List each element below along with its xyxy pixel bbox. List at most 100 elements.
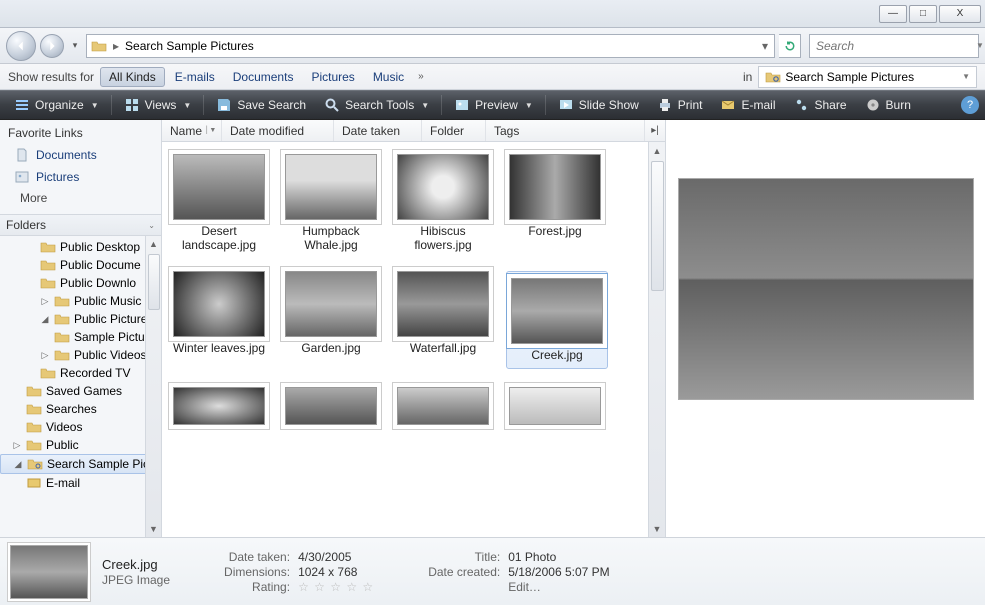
tree-node-searches[interactable]: Searches: [0, 400, 161, 418]
close-button[interactable]: X: [939, 5, 981, 23]
search-tools-button[interactable]: Search Tools▼: [316, 93, 437, 117]
address-bar[interactable]: ▸ Search Sample Pictures ▾: [86, 34, 775, 58]
share-button[interactable]: Share: [786, 93, 855, 117]
file-item-waterfall[interactable]: Waterfall.jpg: [394, 271, 492, 369]
value-title[interactable]: 01 Photo: [508, 550, 609, 564]
scroll-up-icon[interactable]: ▲: [146, 236, 161, 252]
file-item-winter[interactable]: Winter leaves.jpg: [170, 271, 268, 369]
address-path: Search Sample Pictures: [125, 39, 254, 53]
file-item-desert[interactable]: Desert landscape.jpg: [170, 154, 268, 253]
filter-tab-emails[interactable]: E-mails: [167, 68, 223, 86]
file-item-hibiscus[interactable]: Hibiscus flowers.jpg: [394, 154, 492, 253]
scroll-down-icon[interactable]: ▼: [146, 521, 161, 537]
collapse-icon[interactable]: ◢: [40, 314, 50, 325]
column-date-modified[interactable]: Date modified: [222, 120, 334, 141]
expand-icon[interactable]: ▷: [12, 440, 22, 451]
tree-node-videos[interactable]: Videos: [0, 418, 161, 436]
minimize-button[interactable]: —: [879, 5, 907, 23]
help-button[interactable]: ?: [961, 96, 979, 114]
print-button[interactable]: Print: [649, 93, 711, 117]
file-item-garden[interactable]: Garden.jpg: [282, 271, 380, 369]
tree-node-public-videos[interactable]: ▷Public Videos: [0, 346, 161, 364]
refresh-button[interactable]: [779, 34, 801, 58]
search-dropdown-icon[interactable]: ▼: [976, 41, 984, 50]
filter-tab-music[interactable]: Music: [365, 68, 412, 86]
scroll-thumb[interactable]: [148, 254, 160, 310]
filter-tab-pictures[interactable]: Pictures: [303, 68, 362, 86]
preview-button[interactable]: Preview▼: [446, 93, 541, 117]
tree-node-search-sample-pictures[interactable]: ◢Search Sample Pict: [0, 454, 161, 474]
collapse-icon[interactable]: ◢: [13, 459, 23, 470]
content-scrollbar[interactable]: ▲▼: [648, 142, 665, 537]
file-item-humpback[interactable]: Humpback Whale.jpg: [282, 154, 380, 253]
thumbnail: [397, 154, 489, 220]
tree-node-public-music[interactable]: ▷Public Music: [0, 292, 161, 310]
scroll-down-icon[interactable]: ▼: [649, 520, 665, 537]
slideshow-icon: [558, 97, 574, 113]
label-rating: Rating:: [224, 580, 290, 594]
tree-node-public-downloads[interactable]: Public Downlo: [0, 274, 161, 292]
email-button[interactable]: E-mail: [712, 93, 783, 117]
details-thumbnail: [10, 545, 88, 599]
tree-node-saved-games[interactable]: Saved Games: [0, 382, 161, 400]
value-rating[interactable]: ☆ ☆ ☆ ☆ ☆: [298, 580, 374, 594]
slideshow-button[interactable]: Slide Show: [550, 93, 647, 117]
column-name[interactable]: Name│▼: [162, 120, 222, 141]
file-item-partial-3[interactable]: [394, 387, 492, 425]
save-search-button[interactable]: Save Search: [208, 93, 314, 117]
file-item-creek[interactable]: Creek.jpg: [506, 271, 608, 369]
filter-location-picker[interactable]: Search Sample Pictures ▼: [758, 66, 977, 88]
tree-node-public-documents[interactable]: Public Docume: [0, 256, 161, 274]
column-folder[interactable]: Folder: [422, 120, 486, 141]
burn-button[interactable]: Burn: [857, 93, 919, 117]
file-caption: Hibiscus flowers.jpg: [394, 224, 492, 253]
back-button[interactable]: [6, 31, 36, 61]
expand-icon[interactable]: ▷: [40, 350, 50, 361]
filter-tab-allkinds[interactable]: All Kinds: [100, 67, 165, 87]
sort-dropdown-icon[interactable]: │▼: [205, 127, 216, 134]
tree-node-sample-pictures[interactable]: Sample Pictu: [0, 328, 161, 346]
organize-button[interactable]: Organize▼: [6, 93, 107, 117]
tree-node-email[interactable]: E-mail: [0, 474, 161, 492]
value-dimensions: 1024 x 768: [298, 565, 374, 579]
tree-node-public-pictures[interactable]: ◢Public Pictures: [0, 310, 161, 328]
address-dropdown-icon[interactable]: ▾: [760, 39, 770, 53]
pictures-icon: [14, 169, 30, 185]
thumbnail: [509, 154, 601, 220]
email-icon: [720, 97, 736, 113]
edit-link[interactable]: Edit…: [508, 580, 609, 594]
preview-image: [678, 178, 974, 400]
favorite-pictures[interactable]: Pictures: [0, 166, 161, 188]
column-tags[interactable]: Tags: [486, 120, 645, 141]
file-item-forest[interactable]: Forest.jpg: [506, 154, 604, 253]
search-input[interactable]: [816, 39, 973, 53]
filter-tab-documents[interactable]: Documents: [225, 68, 302, 86]
forward-button[interactable]: [40, 34, 64, 58]
value-date-taken[interactable]: 4/30/2005: [298, 550, 374, 564]
tree-node-recorded-tv[interactable]: Recorded TV: [0, 364, 161, 382]
columns-more-icon[interactable]: ▸|: [645, 125, 665, 136]
nav-history-dropdown[interactable]: ▾: [68, 32, 82, 60]
scroll-up-icon[interactable]: ▲: [649, 142, 665, 159]
tree-node-public-desktop[interactable]: Public Desktop: [0, 238, 161, 256]
label-title: Title:: [428, 550, 500, 564]
favorite-documents[interactable]: Documents: [0, 144, 161, 166]
maximize-button[interactable]: □: [909, 5, 937, 23]
file-item-partial-2[interactable]: [282, 387, 380, 425]
folders-header[interactable]: Folders⌄: [0, 214, 161, 236]
file-item-partial-4[interactable]: [506, 387, 604, 425]
scroll-thumb[interactable]: [651, 161, 664, 291]
file-caption: Waterfall.jpg: [410, 341, 476, 355]
column-date-taken[interactable]: Date taken: [334, 120, 422, 141]
thumbnail-area: Desert landscape.jpg Humpback Whale.jpg …: [162, 142, 665, 537]
tree-node-public[interactable]: ▷Public: [0, 436, 161, 454]
tree-scrollbar[interactable]: ▲▼: [145, 236, 161, 537]
expand-icon[interactable]: ▷: [40, 296, 50, 307]
file-caption: Forest.jpg: [528, 224, 581, 238]
thumbnail: [173, 271, 265, 337]
favorite-more[interactable]: More: [0, 188, 161, 208]
search-box[interactable]: ▼: [809, 34, 979, 58]
file-item-partial-1[interactable]: [170, 387, 268, 425]
views-button[interactable]: Views▼: [116, 93, 200, 117]
filter-more-icon[interactable]: »: [414, 71, 428, 82]
